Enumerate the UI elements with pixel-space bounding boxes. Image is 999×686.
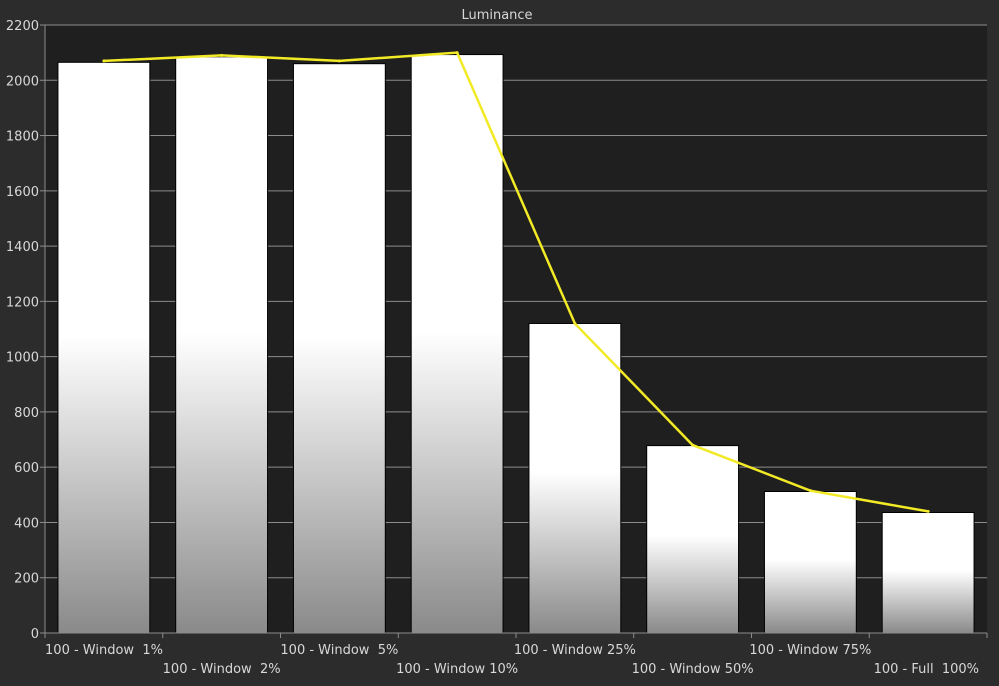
chart-title: Luminance — [461, 8, 532, 23]
line-point — [220, 53, 224, 57]
x-tick-label: 100 - Window 5% — [280, 643, 398, 658]
line-point — [808, 489, 812, 493]
y-tick-label: 800 — [14, 406, 39, 421]
y-tick-label: 600 — [14, 461, 39, 476]
line-point — [102, 59, 106, 63]
y-tick-label: 1000 — [6, 351, 39, 366]
y-tick-label: 1200 — [6, 295, 39, 310]
bar — [57, 61, 151, 634]
chart-root: Luminance 0 200 400 600 800 1000 1200 1400 1600 1… — [0, 0, 999, 682]
x-tick-label: 100 - Window 2% — [163, 662, 281, 677]
y-tick-label: 0 — [31, 627, 39, 642]
bar — [175, 56, 269, 634]
bar — [763, 491, 857, 634]
line-point — [691, 443, 695, 447]
y-tick-label: 200 — [14, 572, 39, 587]
line-point — [573, 321, 577, 325]
x-tick-label: 100 - Full 100% — [874, 662, 979, 677]
bar — [292, 63, 386, 634]
y-tick-label: 400 — [14, 516, 39, 531]
y-tick-labels: 0 200 400 600 800 1000 1200 1400 1600 1800 2000 220… — [6, 19, 39, 642]
x-tick-labels: 100 - Window 1%100 - Window 2% 100 - Wind… — [45, 643, 979, 677]
bar — [881, 512, 975, 634]
y-tick-label: 1800 — [6, 130, 39, 145]
y-tick-label: 2200 — [6, 19, 39, 34]
bar — [528, 322, 622, 634]
bar — [410, 54, 504, 634]
y-tick-label: 1600 — [6, 185, 39, 200]
x-tick-label: 100 - Window 10% — [396, 662, 518, 677]
x-tick-label: 100 - Window 25% — [514, 643, 636, 658]
line-point — [926, 509, 930, 513]
y-tick-label: 2000 — [6, 74, 39, 89]
line-point — [337, 59, 341, 63]
luminance-chart: Luminance 0 200 400 600 800 1000 1200 1400 1600 1… — [6, 8, 988, 677]
x-tick-label: 100 - Window 75% — [749, 643, 871, 658]
x-tick-label: 100 - Window 1% — [45, 643, 163, 658]
y-tick-label: 1400 — [6, 240, 39, 255]
bar — [646, 445, 740, 634]
line-point — [455, 51, 459, 55]
x-tick-label: 100 - Window 50% — [632, 662, 754, 677]
